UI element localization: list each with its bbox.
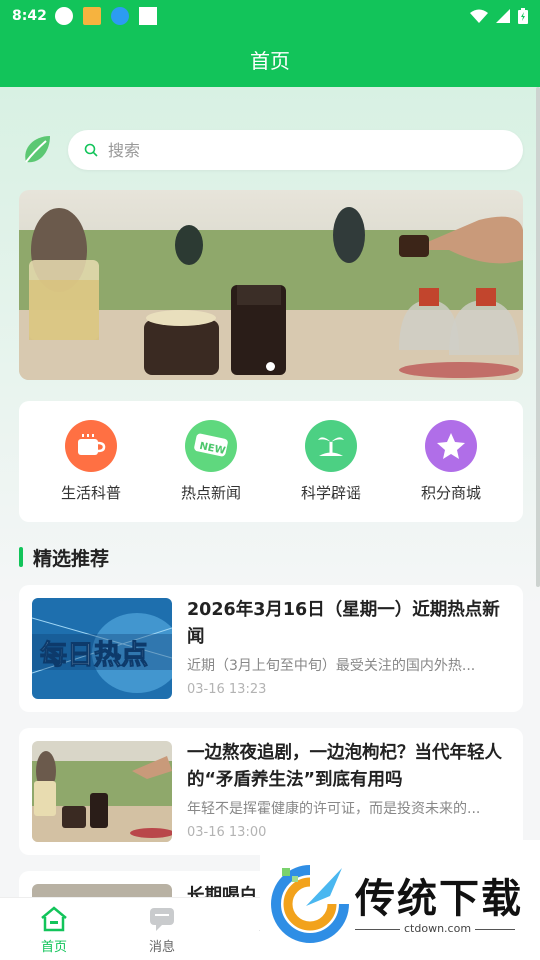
banner-carousel[interactable]	[19, 190, 523, 380]
notification-icons	[54, 7, 157, 25]
quick-link-points-mall[interactable]: 积分商城	[401, 420, 501, 503]
wifi-icon	[470, 9, 488, 23]
search-input[interactable]	[108, 140, 408, 160]
watermark-url: ctdown.com	[400, 922, 476, 935]
status-time: 8:42	[12, 8, 47, 24]
app-notification-icon	[82, 7, 101, 25]
status-bar: 8:42	[0, 0, 540, 32]
article-card[interactable]: 每日热点 2026年3月16日（星期一）近期热点新闻 近期（3月上旬至中旬）最受…	[19, 585, 523, 712]
article-time: 03-16 13:00	[187, 825, 267, 840]
scrollbar[interactable]	[536, 87, 540, 587]
search-icon	[84, 143, 98, 157]
article-time: 03-16 13:23	[187, 682, 267, 697]
quick-link-hot-news[interactable]: NEW 热点新闻	[161, 420, 261, 503]
quick-link-label: 科学辟谣	[300, 484, 361, 502]
island-icon	[305, 420, 357, 472]
leaf-logo-icon	[25, 136, 50, 163]
article-title: 2026年3月16日（星期一）近期热点新闻	[187, 600, 500, 647]
search-row	[18, 130, 523, 170]
home-icon	[41, 906, 67, 932]
tab-home[interactable]: 首页	[0, 898, 108, 960]
article-thumbnail: 每日热点	[32, 598, 172, 699]
app-bar: 首页	[0, 32, 540, 87]
star-icon	[425, 420, 477, 472]
cup-icon	[65, 420, 117, 472]
article-title: 一边熬夜追剧，一边泡枸杞？当代年轻人的“矛盾养生法”到底有用吗	[187, 743, 502, 790]
system-icons	[470, 8, 528, 24]
quick-links: 生活科普 NEW 热点新闻 科学辟谣 积分商城	[19, 401, 523, 522]
carousel-dot-active[interactable]	[266, 362, 275, 371]
watermark-logo-icon	[271, 865, 349, 943]
page-title: 首页	[250, 49, 290, 73]
tab-messages[interactable]: 消息	[108, 898, 216, 960]
article-thumbnail	[32, 884, 172, 897]
download-icon	[110, 7, 129, 25]
tab-label: 首页	[40, 940, 67, 955]
article-summary: 近期（3月上旬至中旬）最受关注的国内外热...	[187, 658, 476, 674]
article-card[interactable]: 一边熬夜追剧，一边泡枸杞？当代年轻人的“矛盾养生法”到底有用吗 年轻不是挥霍健康…	[19, 728, 523, 855]
battery-icon	[518, 8, 528, 24]
quick-link-life-science[interactable]: 生活科普	[41, 420, 141, 503]
signal-icon	[496, 9, 510, 23]
banner-image	[19, 190, 523, 380]
thumbnail-caption: 每日热点	[40, 639, 148, 671]
article-thumbnail	[32, 741, 172, 842]
leaf-notification-icon	[54, 7, 73, 25]
box-notification-icon	[138, 7, 157, 25]
search-bar[interactable]	[68, 130, 523, 170]
section-title: 精选推荐	[33, 547, 110, 570]
watermark-overlay: 传统下载 ctdown.com	[260, 840, 540, 960]
article-summary: 年轻不是挥霍健康的许可证，而是投资未来的...	[187, 801, 481, 817]
quick-link-label: 生活科普	[60, 484, 121, 502]
section-accent-bar	[19, 547, 23, 567]
watermark-title: 传统下载	[355, 876, 523, 922]
section-header: 精选推荐	[19, 546, 110, 570]
new-badge-icon: NEW	[185, 420, 237, 472]
quick-link-debunk[interactable]: 科学辟谣	[281, 420, 381, 503]
home-content[interactable]: 生活科普 NEW 热点新闻 科学辟谣 积分商城 精选推荐	[0, 87, 540, 897]
quick-link-label: 热点新闻	[180, 484, 241, 502]
tab-label: 消息	[148, 940, 175, 955]
quick-link-label: 积分商城	[420, 484, 481, 502]
message-icon	[150, 908, 174, 931]
